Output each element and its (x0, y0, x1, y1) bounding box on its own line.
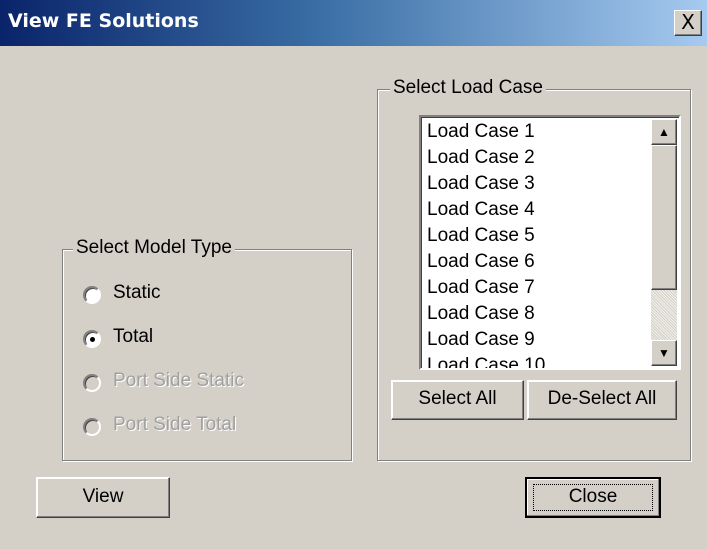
load-case-listbox[interactable]: Load Case 1 Load Case 2 Load Case 3 Load… (419, 115, 681, 370)
model-type-groupbox: Select Model Type Static Total Port Side… (62, 237, 352, 461)
radio-static-button[interactable] (83, 286, 101, 304)
list-item[interactable]: Load Case 10 (427, 353, 545, 368)
deselect-all-button[interactable]: De-Select All (527, 380, 677, 420)
scroll-up-arrow-icon: ▲ (658, 125, 670, 139)
radio-total-button[interactable] (83, 330, 101, 348)
select-all-label: Select All (418, 388, 497, 409)
close-label: Close (568, 486, 618, 507)
radio-selected-dot (90, 337, 95, 342)
radio-static[interactable]: Static (83, 282, 283, 308)
radio-port-side-static-label: Port Side Static (113, 370, 244, 391)
close-window-button[interactable]: X (674, 10, 702, 36)
scroll-up-button[interactable]: ▲ (651, 119, 677, 145)
view-fe-solutions-dialog: View FE Solutions X Select Model Type St… (0, 0, 707, 549)
view-button[interactable]: View (36, 477, 170, 518)
list-item[interactable]: Load Case 2 (427, 145, 545, 171)
radio-port-side-total-label: Port Side Total (113, 414, 237, 435)
list-item[interactable]: Load Case 7 (427, 275, 545, 301)
load-case-items: Load Case 1 Load Case 2 Load Case 3 Load… (427, 119, 545, 368)
list-item[interactable]: Load Case 8 (427, 301, 545, 327)
radio-total-label: Total (113, 326, 154, 347)
window-title: View FE Solutions (8, 10, 199, 32)
close-icon: X (681, 10, 695, 34)
model-type-legend: Select Model Type (73, 237, 235, 259)
list-item[interactable]: Load Case 6 (427, 249, 545, 275)
title-bar[interactable]: View FE Solutions X (0, 0, 707, 46)
radio-total[interactable]: Total (83, 326, 283, 352)
scroll-down-button[interactable]: ▼ (651, 340, 677, 366)
list-item[interactable]: Load Case 4 (427, 197, 545, 223)
radio-port-side-static-button (83, 374, 101, 392)
scroll-down-arrow-icon: ▼ (658, 346, 670, 360)
load-case-legend: Select Load Case (390, 77, 546, 99)
list-item[interactable]: Load Case 5 (427, 223, 545, 249)
close-button[interactable]: Close (525, 477, 661, 518)
listbox-scrollbar[interactable]: ▲ ▼ (651, 119, 677, 366)
scroll-thumb[interactable] (651, 145, 677, 290)
list-item[interactable]: Load Case 9 (427, 327, 545, 353)
select-all-button[interactable]: Select All (391, 380, 524, 420)
radio-port-side-total-button (83, 418, 101, 436)
list-item[interactable]: Load Case 3 (427, 171, 545, 197)
radio-static-label: Static (113, 282, 161, 303)
radio-port-side-static: Port Side Static (83, 370, 333, 396)
list-item[interactable]: Load Case 1 (427, 119, 545, 145)
radio-port-side-total: Port Side Total (83, 414, 333, 440)
deselect-all-label: De-Select All (547, 388, 657, 409)
view-label: View (82, 486, 124, 507)
